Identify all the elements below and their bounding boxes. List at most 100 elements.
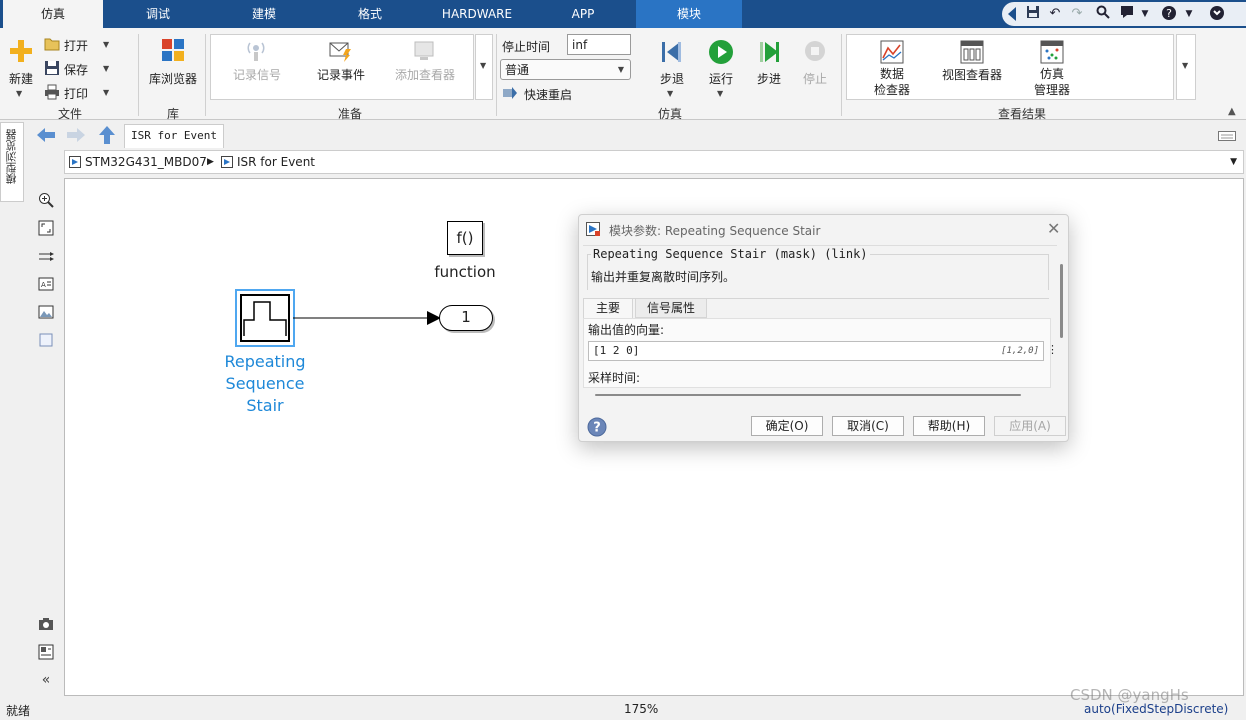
tab-app[interactable]: APP [533,0,633,28]
tab-hardware[interactable]: HARDWARE [426,0,528,28]
cancel-button[interactable]: 取消(C) [832,416,904,436]
search-icon[interactable] [1094,5,1112,23]
viewer-manager-button[interactable]: 视图查看器 [936,66,1008,83]
stop-time-label: 停止时间 [502,40,551,54]
help-icon[interactable]: ? [587,417,607,437]
tab-block[interactable]: 模块 [636,0,742,28]
svg-text:A: A [41,281,46,289]
collapse-left-icon[interactable]: « [38,672,54,688]
solver-info[interactable]: auto(FixedStepDiscrete) [1084,702,1228,716]
more-options-icon[interactable]: ⋮ [1047,343,1058,356]
breadcrumb-item-model[interactable]: STM32G431_MBD07 [85,155,207,169]
open-button[interactable]: 打开 [64,37,88,54]
chevron-down-icon[interactable]: ▼ [1230,157,1237,167]
chevron-down-icon: ▼ [1182,61,1189,70]
chevron-down-icon[interactable]: ▼ [717,89,723,98]
help-button[interactable]: 帮助(H) [913,416,985,436]
area-icon[interactable] [38,332,54,348]
divider [841,34,842,116]
run-button[interactable]: 运行 [704,70,738,87]
new-icon[interactable] [8,38,34,64]
vertical-scrollbar[interactable] [1060,264,1063,338]
minimize-ribbon-icon[interactable] [1208,5,1226,23]
tab-simulation[interactable]: 仿真 [3,0,103,28]
up-arrow-icon[interactable] [98,125,116,145]
breadcrumb-item-subsystem[interactable]: ISR for Event [237,155,315,169]
chevron-down-icon[interactable]: ▼ [667,89,673,98]
redo-icon[interactable]: ↷ [1068,5,1086,23]
property-inspector-icon[interactable] [38,644,54,660]
library-browser-icon[interactable] [161,38,185,62]
annotation-icon[interactable]: A [38,276,54,292]
print-button[interactable]: 打印 [64,85,88,102]
vector-input[interactable]: [1 2 0] [1,2,0] [588,341,1044,361]
simulation-mode-value: 普通 [505,63,530,77]
step-forward-button[interactable]: 步进 [752,70,786,87]
simulink-block-icon [586,222,600,236]
watermark: CSDN @yangHs [1070,686,1189,704]
fast-restart-toggle[interactable]: 快速重启 [524,86,572,103]
chevron-down-icon[interactable]: ▼ [103,64,109,73]
community-icon[interactable] [1118,5,1136,23]
gallery-expand-button[interactable]: ▼ [475,34,493,100]
tab-isr-for-event[interactable]: ISR for Event [124,124,224,148]
apply-button[interactable]: 应用(A) [994,416,1066,436]
tab-format[interactable]: 格式 [320,0,420,28]
model-icon [69,156,81,168]
chevron-down-icon[interactable]: ▼ [103,40,109,49]
tab-signal-attributes[interactable]: 信号属性 [635,298,707,318]
ok-button[interactable]: 确定(O) [751,416,823,436]
zoom-in-icon[interactable] [38,192,54,208]
step-back-button[interactable]: 步退 [656,70,688,87]
horizontal-scrollbar[interactable] [595,394,1021,396]
signal-line[interactable] [293,309,443,327]
function-block-label: function [434,263,496,281]
viewer-manager-icon [960,40,984,64]
stop-button[interactable]: 停止 [798,70,832,87]
expand-left-icon[interactable] [1008,7,1016,21]
chevron-down-icon[interactable]: ▼ [1180,5,1198,23]
outport-block[interactable]: 1 [439,305,493,331]
signal-routing-icon[interactable] [38,248,54,264]
collapse-ribbon-icon[interactable]: ▲ [1228,106,1236,117]
stop-time-input[interactable]: inf [567,34,631,55]
log-events-button[interactable]: 记录事件 [312,66,370,83]
forward-arrow-icon[interactable] [66,126,86,144]
dialog-content: Repeating Sequence Stair (mask) (link) 输… [583,245,1063,390]
keyboard-icon[interactable] [1218,130,1236,141]
fit-to-view-icon[interactable] [38,220,54,236]
block-description: 输出并重复离散时间序列。 [591,270,736,284]
function-block[interactable]: f() [447,221,483,255]
simulation-mode-select[interactable]: 普通 ▼ [500,59,631,80]
model-browser-strip[interactable]: 模型浏览器 [0,122,24,202]
close-icon[interactable]: ✕ [1047,219,1060,238]
vector-label: 输出值的向量: [588,323,665,337]
save-button[interactable]: 保存 [64,61,88,78]
back-arrow-icon[interactable] [36,126,56,144]
log-signals-button[interactable]: 记录信号 [228,66,286,83]
review-gallery-expand-button[interactable]: ▼ [1176,34,1196,100]
dialog-title: 模块参数: Repeating Sequence Stair [609,224,821,238]
tab-modeling[interactable]: 建模 [214,0,314,28]
library-browser-button[interactable]: 库浏览器 [146,70,200,87]
image-icon[interactable] [38,304,54,320]
repeating-sequence-stair-block[interactable] [235,289,295,347]
simulation-manager-button[interactable]: 仿真 管理器 [1028,66,1076,98]
help-icon[interactable]: ? [1160,5,1178,23]
navigation-bar: ISR for Event [28,122,1246,148]
save-icon[interactable] [1024,5,1042,23]
chevron-down-icon[interactable]: ▼ [1136,5,1154,23]
tab-main[interactable]: 主要 [583,298,633,318]
log-signals-icon [244,40,268,62]
camera-icon[interactable] [38,616,54,632]
new-button[interactable]: 新建 [6,70,36,87]
undo-icon[interactable]: ↶ [1046,5,1064,23]
add-viewer-button[interactable]: 添加查看器 [392,66,458,83]
chevron-down-icon[interactable]: ▼ [16,89,22,98]
step-forward-icon [757,40,781,64]
data-inspector-button[interactable]: 数据 检查器 [868,66,916,98]
print-icon [44,84,60,100]
tab-debug[interactable]: 调试 [108,0,208,28]
status-text: 就绪 [6,704,31,718]
chevron-down-icon[interactable]: ▼ [103,88,109,97]
